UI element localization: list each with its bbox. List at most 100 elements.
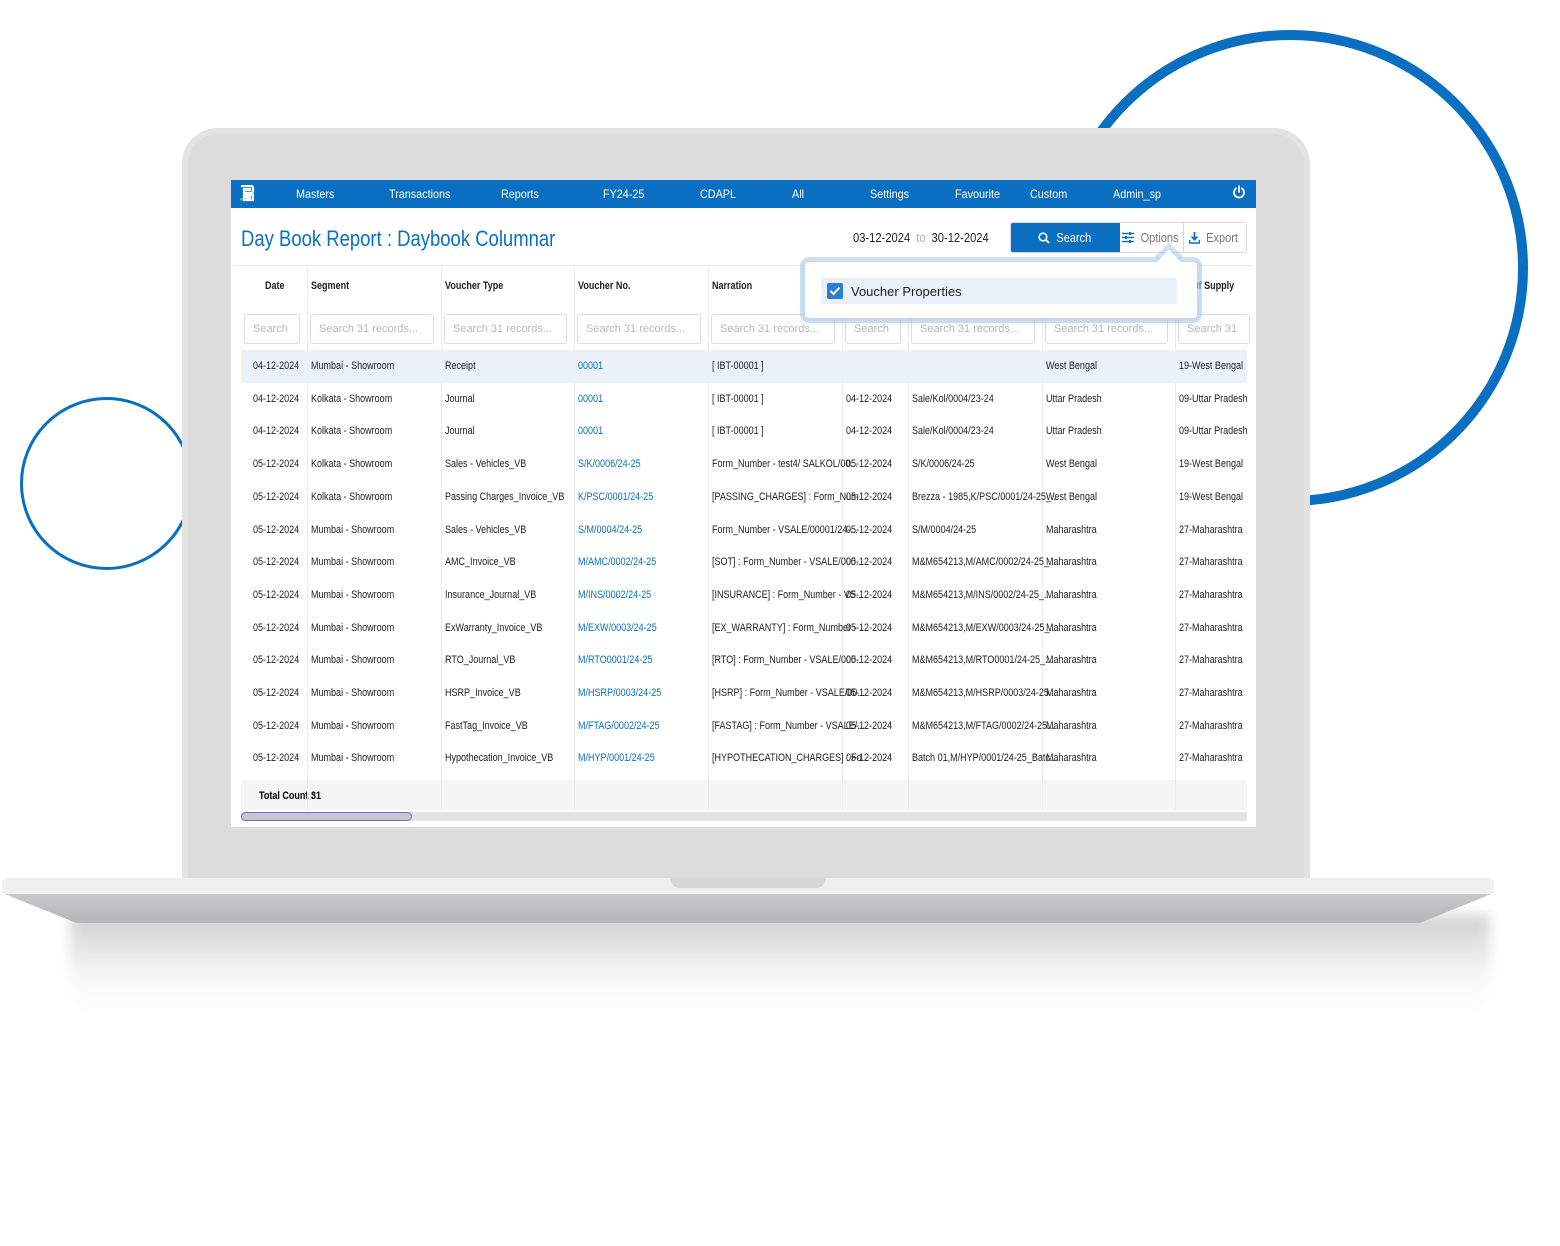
- cell-ref-number: Sale/Kol/0004/23-24: [912, 392, 994, 405]
- cell-ref-number: M&M654213,M/EXW/0003/24-25_...: [912, 621, 1057, 634]
- power-icon[interactable]: [1232, 184, 1246, 200]
- header-col-voucher-no[interactable]: Voucher No.: [578, 280, 630, 292]
- sliders-icon: [1121, 232, 1134, 243]
- cell-date: 05-12-2024: [253, 556, 300, 569]
- filter-col-voucher-type[interactable]: [444, 314, 567, 344]
- header-col-voucher-type[interactable]: Voucher Type: [445, 280, 503, 292]
- date-range[interactable]: 03-12-2024 to 30-12-2024: [853, 230, 989, 245]
- laptop-notch: [670, 878, 826, 888]
- filter-col-narration[interactable]: [711, 314, 835, 344]
- voucher-link[interactable]: M/HSRP/0003/24-25: [578, 687, 661, 699]
- filter-col-segment[interactable]: [310, 314, 434, 344]
- voucher-link[interactable]: M/HYP/0001/24-25: [578, 752, 655, 764]
- cell-narration: [ IBT-00001 ]: [712, 425, 764, 438]
- cell-ref-date: 05-12-2024: [846, 621, 893, 634]
- header-col-narration[interactable]: Narration: [712, 280, 752, 292]
- scrollbar-thumb[interactable]: [241, 812, 412, 821]
- cell-date: 05-12-2024: [253, 719, 300, 732]
- filter-col-voucher-no[interactable]: [577, 314, 701, 344]
- table-row[interactable]: 05-12-2024 Kolkata - Showroom Sales - Vehi…: [241, 448, 1247, 481]
- cell-ref-date: 05-12-2024: [846, 588, 893, 601]
- table-row[interactable]: 04-12-2024 Kolkata - Showroom Journal 00001…: [241, 383, 1248, 416]
- nav-company[interactable]: CDAPL: [700, 187, 736, 201]
- voucher-link[interactable]: S/M/0004/24-25: [578, 524, 642, 536]
- search-button[interactable]: Search: [1011, 223, 1120, 252]
- table-row[interactable]: 05-12-2024 Mumbai - Showroom Insurance_Jou…: [241, 579, 1247, 612]
- cell-place-of-supply: 27-Maharashtra: [1179, 752, 1243, 765]
- cell-voucher-type: Receipt: [445, 360, 476, 372]
- cell-segment: Mumbai - Showroom: [311, 687, 395, 699]
- table-row[interactable]: 05-12-2024 Mumbai - Showroom RTO_Journal_V…: [241, 644, 1247, 677]
- laptop-shadow: [70, 915, 1490, 1025]
- filter-col-ref-number[interactable]: [911, 314, 1035, 344]
- table-row[interactable]: 05-12-2024 Kolkata - Showroom Passing Char…: [241, 481, 1247, 514]
- voucher-link[interactable]: 00001: [578, 393, 603, 405]
- table-row[interactable]: 05-12-2024 Mumbai - Showroom Hypothecation…: [241, 742, 1247, 775]
- options-button[interactable]: Options: [1120, 223, 1184, 252]
- nav-favourite[interactable]: Favourite: [955, 187, 1000, 201]
- table-row[interactable]: 04-12-2024 Mumbai - Showroom Receipt 00001 […: [241, 350, 1247, 383]
- cell-ref-number: M&M654213,M/HSRP/0003/24-25...: [912, 687, 1057, 699]
- table-row[interactable]: 05-12-2024 Mumbai - Showroom ExWarranty_In…: [241, 612, 1247, 645]
- cell-voucher-type: HSRP_Invoice_VB: [445, 687, 521, 699]
- search-button-label: Search: [1056, 230, 1091, 245]
- filter-col-place-of-supply[interactable]: [1178, 314, 1250, 344]
- cell-place-of-supply: 19-West Bengal: [1179, 490, 1244, 503]
- header-col-segment[interactable]: Segment: [311, 280, 349, 292]
- cell-voucher-type: AMC_Invoice_VB: [445, 556, 516, 569]
- date-from[interactable]: 03-12-2024: [853, 230, 910, 245]
- nav-reports[interactable]: Reports: [501, 187, 539, 201]
- cell-ref-number: Sale/Kol/0004/23-24: [912, 425, 994, 438]
- nav-financial-year[interactable]: FY24-25: [603, 187, 644, 201]
- cell-segment: Kolkata - Showroom: [311, 392, 393, 405]
- header-col-date[interactable]: Date: [265, 280, 285, 292]
- cell-narration: Form_Number - test4/ SALKOL/00...: [712, 458, 858, 471]
- cell-state: Maharashtra: [1046, 687, 1097, 699]
- filter-col-date[interactable]: [244, 314, 300, 344]
- voucher-link[interactable]: M/FTAG/0002/24-25: [578, 720, 660, 732]
- horizontal-scrollbar[interactable]: [241, 812, 1247, 821]
- table-row[interactable]: 05-12-2024 Mumbai - Showroom AMC_Invoice_V…: [241, 546, 1247, 579]
- voucher-link[interactable]: 00001: [578, 425, 603, 437]
- decorative-ring-small: [20, 397, 193, 570]
- nav-custom[interactable]: Custom: [1030, 187, 1067, 201]
- cell-ref-date: 05-12-2024: [846, 752, 893, 765]
- nav-transactions[interactable]: Transactions: [389, 187, 450, 201]
- cell-place-of-supply: 27-Maharashtra: [1179, 556, 1243, 569]
- cell-state: Uttar Pradesh: [1046, 392, 1102, 405]
- table-row[interactable]: 04-12-2024 Kolkata - Showroom Journal 00001…: [241, 415, 1248, 448]
- voucher-link[interactable]: 00001: [578, 360, 603, 372]
- voucher-link[interactable]: K/PSC/0001/24-25: [578, 491, 653, 503]
- nav-masters[interactable]: Masters: [296, 187, 334, 201]
- top-nav: Masters Transactions Reports FY24-25 CDA…: [231, 180, 1256, 208]
- table-row[interactable]: 05-12-2024 Mumbai - Showroom Sales - Vehic…: [241, 514, 1247, 547]
- app-logo-icon[interactable]: [239, 185, 255, 202]
- laptop-base: [2, 893, 1494, 923]
- nav-all[interactable]: All: [792, 187, 804, 201]
- table-row[interactable]: 05-12-2024 Mumbai - Showroom FastTag_Invoi…: [241, 710, 1247, 743]
- nav-user-admin[interactable]: Admin_sp: [1113, 187, 1161, 201]
- cell-segment: Kolkata - Showroom: [311, 490, 393, 503]
- table-row[interactable]: 05-12-2024 Mumbai - Showroom HSRP_Invoice_…: [241, 677, 1247, 710]
- popover-arrow: [1157, 249, 1181, 273]
- voucher-link[interactable]: M/EXW/0003/24-25: [578, 622, 657, 634]
- voucher-link[interactable]: M/RTO0001/24-25: [578, 654, 652, 666]
- voucher-link[interactable]: M/AMC/0002/24-25: [578, 556, 656, 568]
- option-voucher-properties[interactable]: Voucher Properties: [821, 278, 1177, 304]
- cell-place-of-supply: 27-Maharashtra: [1179, 719, 1243, 732]
- date-to[interactable]: 30-12-2024: [932, 230, 989, 245]
- cell-place-of-supply: 19-West Bengal: [1179, 458, 1244, 471]
- cell-place-of-supply: 09-Uttar Pradesh: [1179, 392, 1248, 405]
- export-button[interactable]: Export: [1184, 223, 1246, 252]
- filter-col-state[interactable]: [1045, 314, 1168, 344]
- options-button-label: Options: [1140, 230, 1179, 245]
- cell-voucher-type: FastTag_Invoice_VB: [445, 719, 528, 732]
- cell-segment: Mumbai - Showroom: [311, 654, 395, 667]
- option-label: Voucher Properties: [851, 283, 962, 299]
- voucher-link[interactable]: M/INS/0002/24-25: [578, 589, 651, 601]
- checkbox-checked-icon[interactable]: [827, 283, 843, 299]
- filter-col-ref-date[interactable]: [845, 314, 901, 344]
- nav-settings[interactable]: Settings: [870, 187, 909, 201]
- voucher-link[interactable]: S/K/0006/24-25: [578, 458, 641, 470]
- cell-segment: Mumbai - Showroom: [311, 752, 395, 765]
